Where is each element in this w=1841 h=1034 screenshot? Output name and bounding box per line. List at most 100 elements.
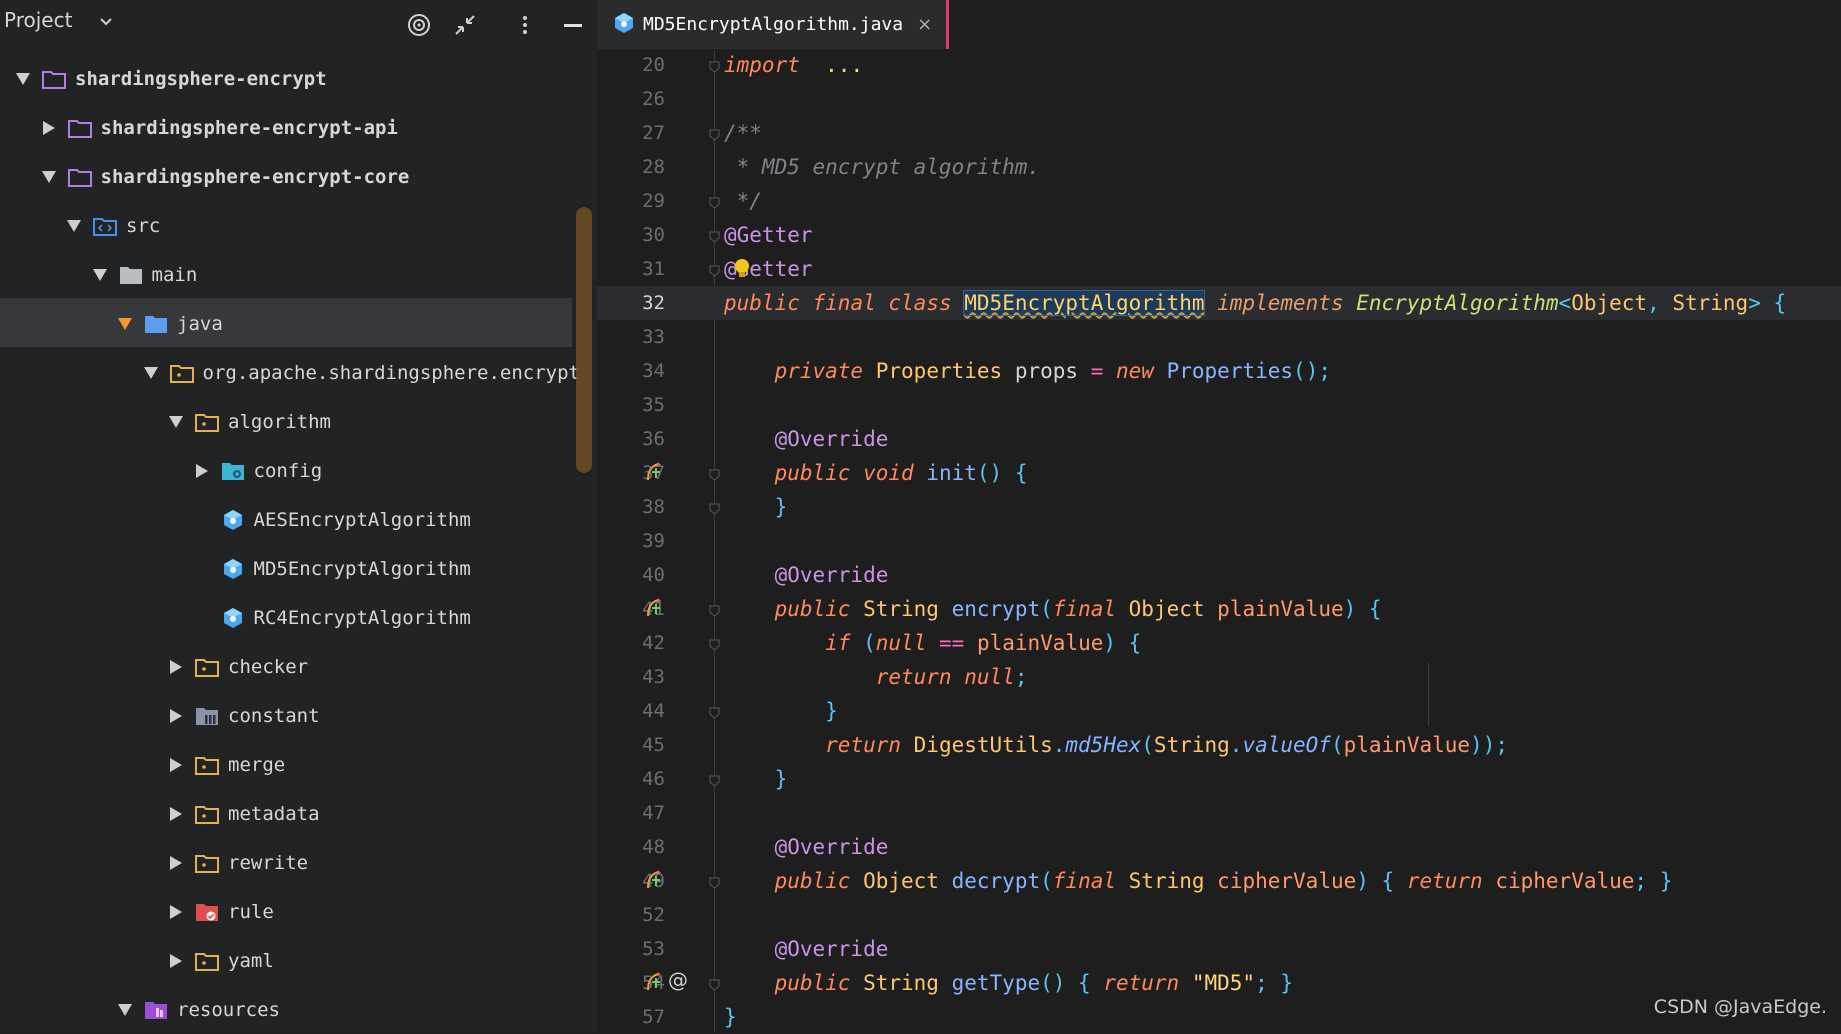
code-line[interactable]: 49 public Object decrypt(final String ci… [597, 864, 1841, 898]
fold-marker-icon[interactable] [709, 58, 720, 73]
tree-item-main[interactable]: main [0, 250, 197, 299]
tree-item-rc4encryptalgorithm[interactable]: RC4EncryptAlgorithm [0, 593, 471, 642]
line-number[interactable]: 47 [597, 796, 665, 830]
lightbulb-icon[interactable] [734, 258, 750, 284]
tree-item-rewrite[interactable]: rewrite [0, 838, 308, 887]
code-line[interactable]: 45 return DigestUtils.md5Hex(String.valu… [597, 728, 1841, 762]
expanded-arrow-icon[interactable] [38, 166, 60, 188]
chevron-down-icon[interactable] [98, 14, 114, 34]
code-line[interactable]: 42 if (null == plainValue) { [597, 626, 1841, 660]
tree-item-rule[interactable]: rule [0, 887, 274, 936]
code-line[interactable]: 38 } [597, 490, 1841, 524]
line-number[interactable]: 27 [597, 116, 665, 150]
line-number[interactable]: 26 [597, 82, 665, 116]
fold-marker-icon[interactable] [709, 194, 720, 209]
tree-item-metadata[interactable]: metadata [0, 789, 320, 838]
code-line[interactable]: 30 @Getter [597, 218, 1841, 252]
code-line[interactable]: 27 /** [597, 116, 1841, 150]
minimize-icon[interactable] [560, 12, 586, 38]
fold-marker-icon[interactable] [709, 976, 720, 991]
line-number[interactable]: 34 [597, 354, 665, 388]
code-line[interactable]: 37 public void init() { [597, 456, 1841, 490]
tree-item-shardingsphere-encrypt-core[interactable]: shardingsphere-encrypt-core [0, 152, 409, 201]
code-line[interactable]: 47 [597, 796, 1841, 830]
code-line[interactable]: 54@ public String getType() { return "MD… [597, 966, 1841, 1000]
expanded-arrow-icon[interactable] [114, 999, 136, 1021]
expanded-arrow-icon[interactable] [63, 215, 85, 237]
tree-item-resources[interactable]: resources [0, 985, 280, 1033]
code-line[interactable]: 29 */ [597, 184, 1841, 218]
expanded-arrow-icon[interactable] [165, 411, 187, 433]
line-number[interactable]: 40 [597, 558, 665, 592]
code-line[interactable]: 48 @Override [597, 830, 1841, 864]
code-line[interactable]: 53 @Override [597, 932, 1841, 966]
line-number[interactable]: 28 [597, 150, 665, 184]
collapsed-arrow-icon[interactable] [165, 901, 187, 923]
fold-marker-icon[interactable] [709, 602, 720, 617]
collapsed-arrow-icon[interactable] [165, 852, 187, 874]
fold-marker-icon[interactable] [709, 704, 720, 719]
tree-item-config[interactable]: config [0, 446, 322, 495]
collapsed-arrow-icon[interactable] [165, 705, 187, 727]
line-number[interactable]: 38 [597, 490, 665, 524]
line-number[interactable]: 43 [597, 660, 665, 694]
expanded-arrow-icon[interactable] [89, 264, 111, 286]
tree-item-aesencryptalgorithm[interactable]: AESEncryptAlgorithm [0, 495, 471, 544]
code-line[interactable]: 34 private Properties props = new Proper… [597, 354, 1841, 388]
panel-title[interactable]: Project [4, 8, 72, 32]
tree-item-org-apache-shardingsphere-encrypt[interactable]: org.apache.shardingsphere.encrypt [0, 348, 580, 397]
expanded-arrow-icon[interactable] [114, 313, 136, 335]
line-number[interactable]: 20 [597, 48, 665, 82]
code-line[interactable]: 40 @Override [597, 558, 1841, 592]
expanded-arrow-icon[interactable] [12, 68, 34, 90]
code-line[interactable]: 52 [597, 898, 1841, 932]
tab-md5encryptalgorithm[interactable]: MD5EncryptAlgorithm.java × [597, 0, 949, 49]
line-number[interactable]: 36 [597, 422, 665, 456]
line-number[interactable]: 52 [597, 898, 665, 932]
fold-marker-icon[interactable] [709, 228, 720, 243]
locate-target-icon[interactable] [406, 12, 432, 38]
tree-item-yaml[interactable]: yaml [0, 936, 274, 985]
expanded-arrow-icon[interactable] [140, 362, 162, 384]
collapse-all-icon[interactable] [452, 12, 478, 38]
tree-item-md5encryptalgorithm[interactable]: MD5EncryptAlgorithm [0, 544, 471, 593]
collapsed-arrow-icon[interactable] [165, 803, 187, 825]
tree-item-algorithm[interactable]: algorithm [0, 397, 331, 446]
fold-marker-icon[interactable] [709, 874, 720, 889]
override-method-icon[interactable] [644, 594, 704, 624]
code-line[interactable]: 46 } [597, 762, 1841, 796]
annotation-at-icon[interactable]: @ [668, 968, 688, 992]
tree-item-shardingsphere-encrypt-api[interactable]: shardingsphere-encrypt-api [0, 103, 398, 152]
line-number[interactable]: 44 [597, 694, 665, 728]
tree-item-merge[interactable]: merge [0, 740, 285, 789]
line-number[interactable]: 30 [597, 218, 665, 252]
collapsed-arrow-icon[interactable] [165, 656, 187, 678]
line-number[interactable]: 33 [597, 320, 665, 354]
code-line[interactable]: 26 [597, 82, 1841, 116]
code-line[interactable]: 33 [597, 320, 1841, 354]
line-number[interactable]: 42 [597, 626, 665, 660]
close-icon[interactable]: × [917, 14, 932, 35]
line-number[interactable]: 35 [597, 388, 665, 422]
line-number[interactable]: 46 [597, 762, 665, 796]
code-line[interactable]: 43 return null; [597, 660, 1841, 694]
tree-item-checker[interactable]: checker [0, 642, 308, 691]
override-method-icon[interactable] [644, 458, 704, 488]
line-number[interactable]: 32 [597, 286, 665, 320]
fold-marker-icon[interactable] [709, 636, 720, 651]
code-line[interactable]: 31 @Getter [597, 252, 1841, 286]
collapsed-arrow-icon[interactable] [191, 460, 213, 482]
code-line[interactable]: 32 public final class MD5EncryptAlgorithm… [597, 286, 1841, 320]
tree-scrollbar[interactable] [576, 207, 592, 473]
more-options-icon[interactable] [512, 12, 538, 38]
line-number[interactable]: 31 [597, 252, 665, 286]
override-method-icon[interactable]: @ [644, 968, 704, 998]
collapsed-arrow-icon[interactable] [165, 754, 187, 776]
tree-item-java[interactable]: java [0, 299, 223, 348]
fold-marker-icon[interactable] [709, 772, 720, 787]
fold-marker-icon[interactable] [709, 262, 720, 277]
override-method-icon[interactable] [644, 866, 704, 896]
collapsed-arrow-icon[interactable] [38, 117, 60, 139]
line-number[interactable]: 39 [597, 524, 665, 558]
code-line[interactable]: 20 import ... [597, 48, 1841, 82]
